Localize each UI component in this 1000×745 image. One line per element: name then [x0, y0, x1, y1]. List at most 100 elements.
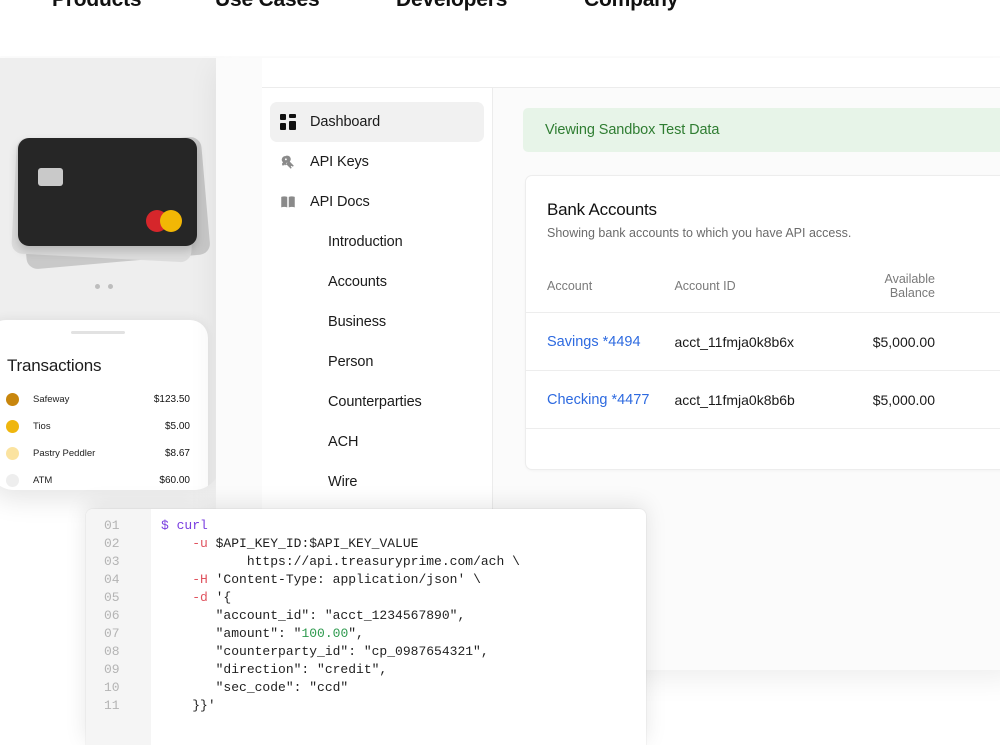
dashboard-sidebar: Dashboard API Keys API Docs Introduction…	[262, 88, 493, 530]
code-line-text: $ curl	[161, 517, 208, 533]
code-line-number: 08	[104, 643, 120, 659]
transaction-amount: $123.50	[153, 394, 190, 405]
code-line-text: "sec_code": "ccd"	[215, 679, 349, 695]
drag-handle[interactable]	[71, 331, 125, 334]
code-line-text: -d '{	[192, 589, 232, 605]
account-id-cell: acct_11fmja0k8b6b	[674, 370, 873, 429]
sidebar-item-counterparties[interactable]: Counterparties	[262, 382, 492, 422]
sidebar-subitem-label: Person	[328, 354, 374, 370]
list-item[interactable]: Tios $5.00	[0, 413, 208, 440]
transactions-list: Safeway $123.50 Tios $5.00 Pastry Peddle…	[0, 386, 208, 490]
code-line-text: -H 'Content-Type: application/json' \	[192, 571, 481, 587]
code-line: 03 https://api.treasuryprime.com/ach \	[86, 552, 646, 570]
transaction-amount: $5.00	[164, 421, 190, 432]
sidebar-item-person[interactable]: Person	[262, 342, 492, 382]
sidebar-item-accounts[interactable]: Accounts	[262, 262, 492, 302]
code-line: 08 "counterparty_id": "cp_0987654321",	[86, 642, 646, 660]
table-row[interactable]: Savings *4494 acct_11fmja0k8b6x $5,000.0…	[526, 312, 1000, 371]
code-line: 07 "amount": "100.00",	[86, 624, 646, 642]
sidebar-subitem-label: Introduction	[328, 234, 403, 250]
phone-mockup: Transactions Safeway $123.50 Tios $5.00 …	[0, 58, 220, 490]
list-item[interactable]: ATM $60.00	[0, 467, 208, 490]
sidebar-subitem-label: Business	[328, 314, 387, 330]
code-lines[interactable]: 01 $ curl 02 -u $API_KEY_ID:$API_KEY_VALUE…	[86, 516, 646, 714]
sidebar-item-business[interactable]: Business	[262, 302, 492, 342]
list-item[interactable]: Safeway $123.50	[0, 386, 208, 413]
transaction-amount: $8.67	[164, 448, 190, 459]
merchant-color-dot	[6, 393, 19, 406]
code-line-text: "account_id": "acct_1234567890",	[215, 607, 466, 623]
merchant-color-dot	[6, 474, 19, 487]
account-link[interactable]: Checking *4477	[547, 392, 649, 408]
transaction-name: ATM	[33, 475, 53, 486]
key-icon	[276, 150, 300, 174]
code-line: 05 -d '{	[86, 588, 646, 606]
table-row[interactable]: Checking *4477 acct_11fmja0k8b6b $5,000.…	[526, 370, 1000, 429]
bank-accounts-card: Bank Accounts Showing bank accounts to w…	[525, 175, 1000, 470]
transaction-name: Tios	[33, 421, 51, 432]
account-id-cell: acct_11fmja0k8b6x	[674, 312, 873, 371]
code-snippet-panel: 01 $ curl 02 -u $API_KEY_ID:$API_KEY_VALUE…	[86, 509, 646, 745]
nav-link-developers[interactable]: Developers	[396, 0, 507, 12]
merchant-color-dot	[6, 447, 19, 460]
sidebar-item-dashboard[interactable]: Dashboard	[270, 102, 484, 142]
code-line-number: 01	[104, 517, 120, 533]
nav-link-use-cases[interactable]: Use Cases	[215, 0, 320, 12]
credit-card[interactable]	[18, 138, 197, 246]
code-line: 02 -u $API_KEY_ID:$API_KEY_VALUE	[86, 534, 646, 552]
code-line: 10 "sec_code": "ccd"	[86, 678, 646, 696]
code-line: 09 "direction": "credit",	[86, 660, 646, 678]
top-navigation: Products Use Cases Developers Company Co…	[0, 0, 1000, 56]
code-line-number: 11	[104, 697, 120, 713]
table-header-row: Account Account ID Available Balance	[526, 260, 1000, 313]
carousel-dot[interactable]	[94, 284, 100, 289]
code-line-number: 07	[104, 625, 120, 641]
code-line-text: "amount": "100.00",	[215, 625, 364, 641]
column-header-account: Account	[526, 260, 675, 313]
nav-link-products[interactable]: Products	[52, 0, 142, 12]
sidebar-item-api-keys[interactable]: API Keys	[262, 142, 492, 182]
page-title: Bank Accounts	[547, 200, 657, 219]
list-item[interactable]: Pastry Peddler $8.67	[0, 440, 208, 467]
sandbox-banner: Viewing Sandbox Test Data	[523, 108, 1000, 152]
mastercard-icon	[146, 210, 182, 232]
account-balance-cell: $5,000.00	[872, 370, 1000, 429]
chip-icon	[38, 168, 63, 186]
column-header-account-id: Account ID	[674, 260, 873, 313]
account-link[interactable]: Savings *4494	[547, 334, 641, 350]
grid-icon	[276, 110, 300, 134]
transactions-sheet: Transactions Safeway $123.50 Tios $5.00 …	[0, 320, 208, 490]
nav-link-company[interactable]: Company	[584, 0, 678, 12]
account-name-cell: Savings *4494	[526, 312, 675, 371]
code-line: 04 -H 'Content-Type: application/json' \	[86, 570, 646, 588]
code-line-number: 02	[104, 535, 120, 551]
code-line-number: 06	[104, 607, 120, 623]
sidebar-item-introduction[interactable]: Introduction	[262, 222, 492, 262]
code-line: 01 $ curl	[86, 516, 646, 534]
transaction-name: Pastry Peddler	[33, 448, 96, 459]
code-line-text: "direction": "credit",	[215, 661, 388, 677]
page-root: Products Use Cases Developers Company Co…	[0, 0, 1000, 745]
code-line-text: }}'	[192, 697, 216, 713]
transaction-amount: $60.00	[159, 475, 190, 486]
carousel-dot[interactable]	[108, 284, 114, 289]
code-line-number: 05	[104, 589, 120, 605]
sidebar-item-wire[interactable]: Wire	[262, 462, 492, 502]
carousel-dots[interactable]	[0, 276, 220, 294]
card-subtitle: Showing bank accounts to which you have …	[547, 226, 852, 240]
sidebar-subitem-label: Counterparties	[328, 394, 422, 410]
column-header-balance: Available Balance	[872, 260, 1000, 313]
bank-accounts-table: Account Account ID Available Balance Sav…	[526, 260, 1000, 429]
sidebar-subitem-label: Wire	[328, 474, 358, 490]
code-line-text: -u $API_KEY_ID:$API_KEY_VALUE	[192, 535, 419, 551]
code-line-text: https://api.treasuryprime.com/ach \	[246, 553, 520, 569]
code-line-number: 10	[104, 679, 120, 695]
sidebar-item-label: API Keys	[310, 154, 369, 170]
sidebar-item-api-docs[interactable]: API Docs	[262, 182, 492, 222]
sandbox-banner-text: Viewing Sandbox Test Data	[545, 122, 720, 138]
book-icon	[276, 190, 300, 214]
merchant-color-dot	[6, 420, 19, 433]
sidebar-item-ach[interactable]: ACH	[262, 422, 492, 462]
code-line-text: "counterparty_id": "cp_0987654321",	[215, 643, 489, 659]
code-line: 06 "account_id": "acct_1234567890",	[86, 606, 646, 624]
